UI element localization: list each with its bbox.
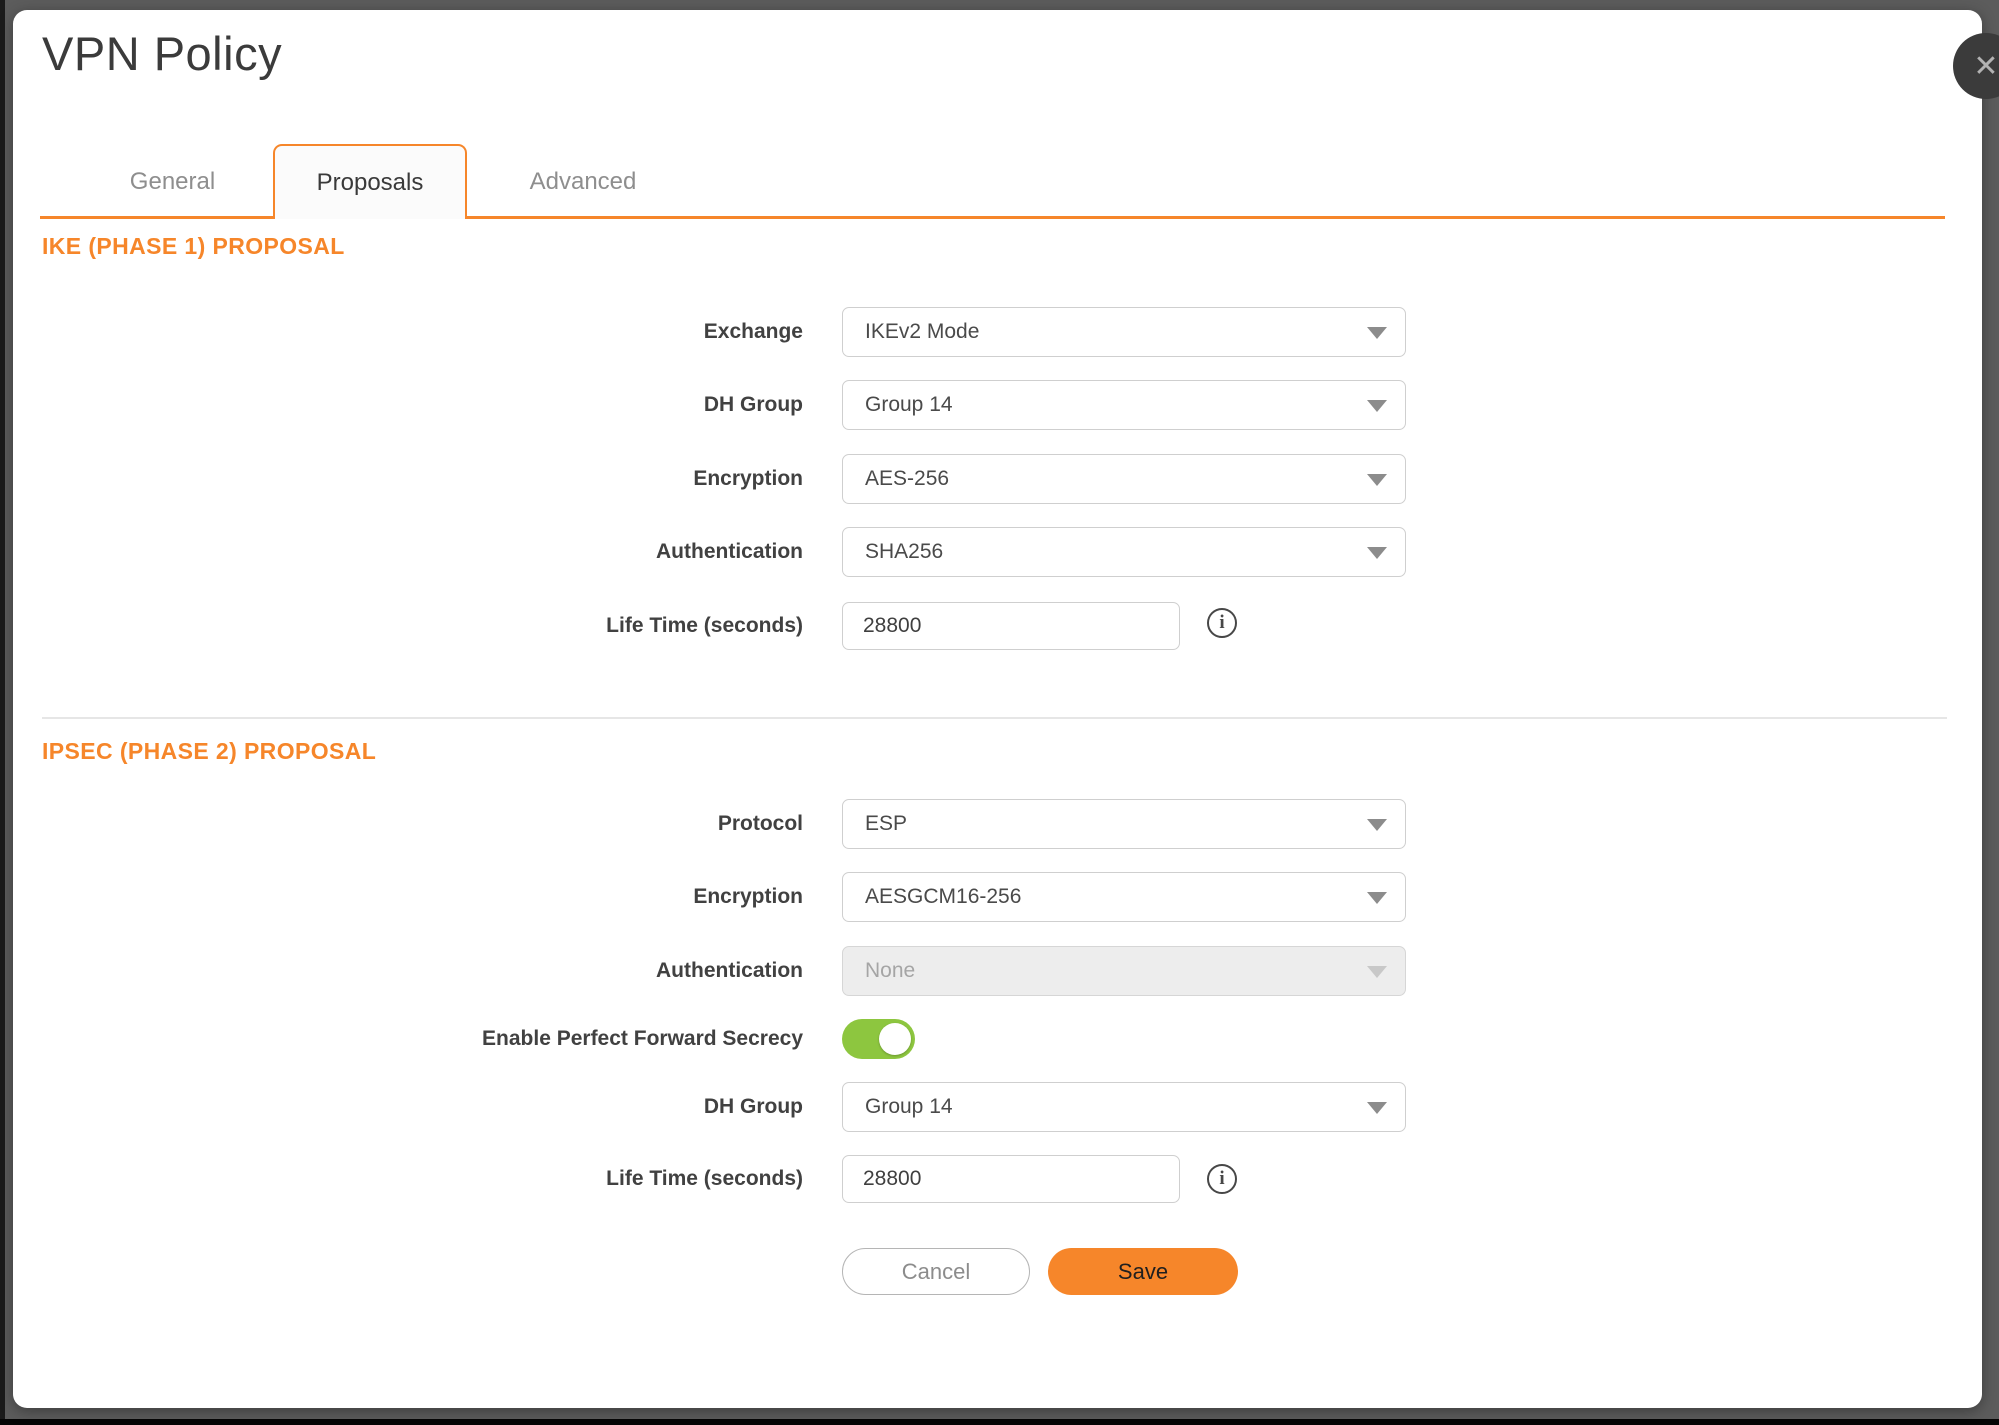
chevron-down-icon bbox=[1367, 966, 1387, 978]
authentication-select[interactable]: SHA256 bbox=[842, 527, 1406, 577]
window-bottom-edge bbox=[0, 1419, 1999, 1425]
cancel-button[interactable]: Cancel bbox=[842, 1248, 1030, 1295]
ipsec-encryption-select[interactable]: AESGCM16-256 bbox=[842, 872, 1406, 922]
pfs-toggle[interactable] bbox=[842, 1019, 915, 1059]
ipsec-encryption-label: Encryption bbox=[103, 872, 803, 922]
dh-group-label: DH Group bbox=[103, 380, 803, 430]
tab-general[interactable]: General bbox=[90, 144, 255, 219]
exchange-select[interactable]: IKEv2 Mode bbox=[842, 307, 1406, 357]
save-button[interactable]: Save bbox=[1048, 1248, 1238, 1295]
page-title: VPN Policy bbox=[42, 26, 282, 81]
vpn-policy-dialog: VPN Policy General Proposals Advanced IK… bbox=[13, 10, 1982, 1408]
dh-group-select-value: Group 14 bbox=[865, 381, 953, 428]
info-icon[interactable]: i bbox=[1207, 1164, 1237, 1194]
protocol-label: Protocol bbox=[103, 799, 803, 849]
exchange-label: Exchange bbox=[103, 307, 803, 357]
encryption-label: Encryption bbox=[103, 454, 803, 504]
window-left-edge bbox=[0, 0, 5, 1425]
life-time-label: Life Time (seconds) bbox=[103, 601, 803, 651]
authentication-select-value: SHA256 bbox=[865, 528, 943, 575]
protocol-select[interactable]: ESP bbox=[842, 799, 1406, 849]
ipsec-dh-group-select-value: Group 14 bbox=[865, 1083, 953, 1130]
chevron-down-icon bbox=[1367, 474, 1387, 486]
encryption-select[interactable]: AES-256 bbox=[842, 454, 1406, 504]
info-icon[interactable]: i bbox=[1207, 608, 1237, 638]
exchange-select-value: IKEv2 Mode bbox=[865, 308, 979, 355]
ipsec-encryption-select-value: AESGCM16-256 bbox=[865, 873, 1021, 920]
pfs-label: Enable Perfect Forward Secrecy bbox=[103, 1019, 803, 1059]
section-divider bbox=[42, 717, 1947, 719]
tab-advanced[interactable]: Advanced bbox=[493, 144, 673, 219]
authentication-label: Authentication bbox=[103, 527, 803, 577]
chevron-down-icon bbox=[1367, 547, 1387, 559]
ipsec-authentication-select: None bbox=[842, 946, 1406, 996]
life-time-input[interactable] bbox=[842, 602, 1180, 650]
ipsec-life-time-input[interactable] bbox=[842, 1155, 1180, 1203]
chevron-down-icon bbox=[1367, 1102, 1387, 1114]
ipsec-dh-group-select[interactable]: Group 14 bbox=[842, 1082, 1406, 1132]
encryption-select-value: AES-256 bbox=[865, 455, 949, 502]
ike-phase1-heading: IKE (PHASE 1) PROPOSAL bbox=[42, 233, 345, 260]
ipsec-authentication-select-value: None bbox=[865, 947, 915, 994]
chevron-down-icon bbox=[1367, 327, 1387, 339]
dh-group-select[interactable]: Group 14 bbox=[842, 380, 1406, 430]
chevron-down-icon bbox=[1367, 892, 1387, 904]
chevron-down-icon bbox=[1367, 400, 1387, 412]
chevron-down-icon bbox=[1367, 819, 1387, 831]
ipsec-phase2-heading: IPSEC (PHASE 2) PROPOSAL bbox=[42, 738, 376, 765]
pfs-toggle-knob bbox=[879, 1023, 911, 1055]
ipsec-dh-group-label: DH Group bbox=[103, 1082, 803, 1132]
protocol-select-value: ESP bbox=[865, 800, 907, 847]
ipsec-life-time-label: Life Time (seconds) bbox=[103, 1154, 803, 1204]
ipsec-authentication-label: Authentication bbox=[103, 946, 803, 996]
tab-proposals[interactable]: Proposals bbox=[273, 144, 467, 219]
